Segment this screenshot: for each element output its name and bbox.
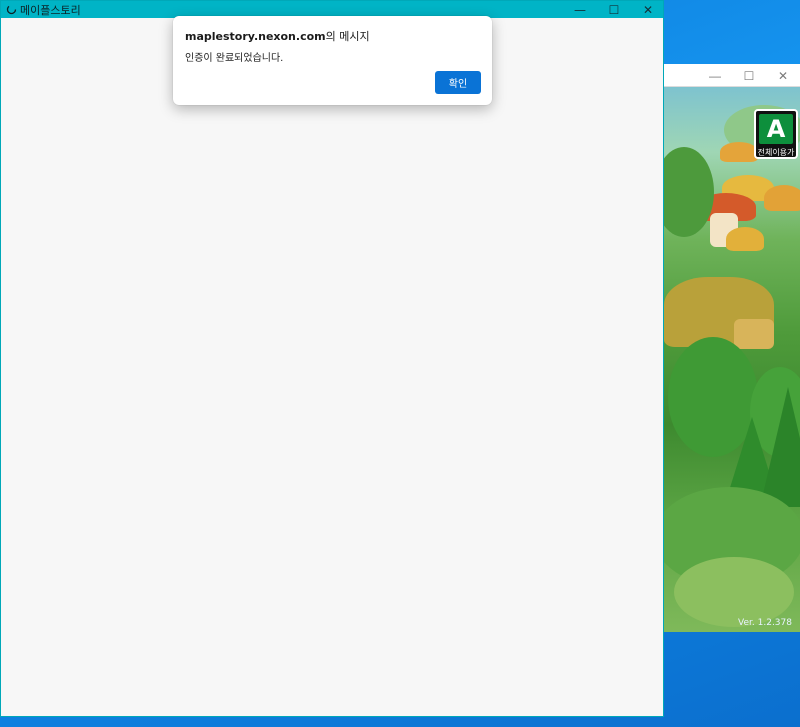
launcher-maximize-button[interactable]: ☐ bbox=[732, 64, 766, 87]
maximize-icon: ☐ bbox=[608, 2, 620, 17]
launcher-titlebar: — ☐ ✕ bbox=[664, 64, 800, 87]
dialog-title: maplestory.nexon.com의 메시지 bbox=[185, 28, 370, 44]
maximize-button[interactable]: ☐ bbox=[597, 1, 631, 18]
close-icon: ✕ bbox=[642, 2, 654, 17]
launcher-minimize-button[interactable]: — bbox=[698, 64, 732, 87]
minimize-button[interactable]: — bbox=[563, 1, 597, 18]
launcher-close-button[interactable]: ✕ bbox=[766, 64, 800, 87]
rating-badge-label: 전체이용가 bbox=[757, 148, 795, 157]
web-content-area bbox=[1, 18, 663, 716]
launcher-artwork: A 전체이용가 Ver. 1.2.378 bbox=[664, 87, 800, 632]
rating-all-icon: A bbox=[759, 114, 793, 144]
ok-button[interactable]: 확인 bbox=[435, 71, 481, 94]
app-loading-icon bbox=[5, 4, 17, 16]
dialog-message: 인증이 완료되었습니다. bbox=[185, 53, 284, 64]
alert-dialog: maplestory.nexon.com의 메시지 인증이 완료되었습니다. 확… bbox=[173, 16, 492, 105]
dialog-title-suffix: 의 메시지 bbox=[325, 30, 370, 43]
launcher-window: — ☐ ✕ A 전체이용가 Ver. 1.2.378 bbox=[664, 64, 800, 632]
window-title: 메이플스토리 bbox=[20, 3, 81, 17]
minimize-icon: — bbox=[574, 2, 586, 17]
launcher-version: Ver. 1.2.378 bbox=[738, 618, 792, 628]
dialog-origin: maplestory.nexon.com bbox=[185, 30, 326, 43]
rating-badge: A 전체이용가 bbox=[754, 109, 798, 159]
close-button[interactable]: ✕ bbox=[631, 1, 665, 18]
main-window: 메이플스토리 — ☐ ✕ bbox=[0, 0, 664, 717]
